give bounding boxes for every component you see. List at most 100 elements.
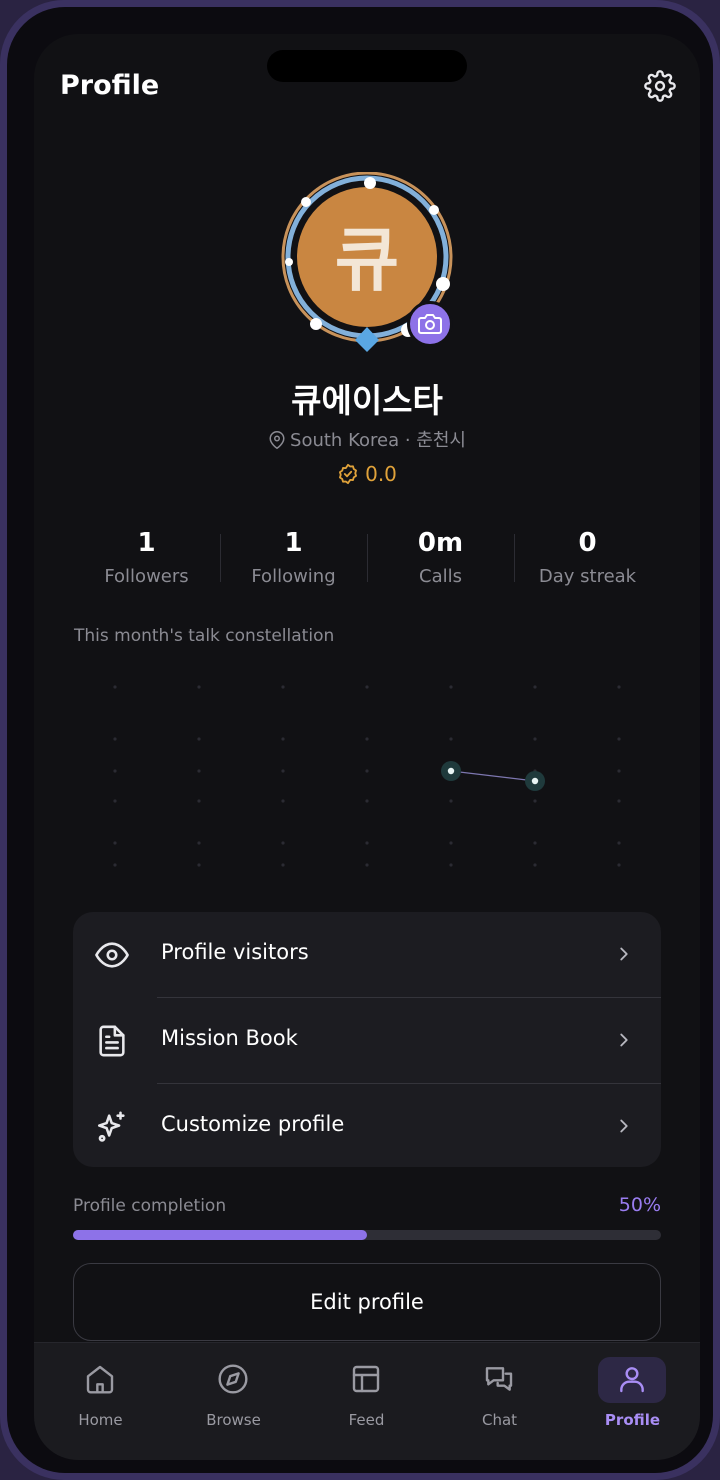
menu-item-label: Profile visitors — [161, 940, 309, 964]
constellation-dot — [281, 737, 285, 741]
constellation-dot — [197, 685, 201, 689]
stat-day-streak: 0 Day streak — [514, 524, 661, 594]
constellation-dot — [449, 799, 453, 803]
nav-label: Chat — [481, 1411, 518, 1429]
constellation-star — [531, 777, 539, 785]
constellation-dot — [365, 863, 369, 867]
menu-card: Profile visitors Mission Book Customize … — [73, 912, 661, 1167]
constellation-dot — [533, 737, 537, 741]
stat-label: Calls — [419, 566, 462, 587]
avatar[interactable]: 큐 — [278, 171, 458, 362]
stat-label: Day streak — [538, 566, 637, 587]
constellation-grid — [113, 685, 621, 867]
constellation-dot — [365, 737, 369, 741]
nav-label: Browse — [206, 1411, 261, 1429]
stat-following[interactable]: 1 Following — [220, 524, 367, 594]
avatar-initial: 큐 — [335, 219, 399, 301]
bottom-nav: Home Browse Feed Chat Profile — [34, 1342, 700, 1460]
dynamic-island — [267, 50, 467, 82]
page-title: Profile — [60, 70, 160, 101]
constellation-dot — [113, 863, 117, 867]
compass-icon — [218, 1364, 248, 1394]
constellation-dot — [197, 799, 201, 803]
sparkles-icon — [97, 1111, 125, 1142]
rating: 0.0 — [34, 462, 700, 486]
constellation-dot — [281, 841, 285, 845]
camera-icon — [418, 314, 442, 334]
chevron-right-icon — [620, 947, 628, 961]
constellation-dot — [617, 737, 621, 741]
constellation-dot — [113, 685, 117, 689]
stat-label: Followers — [104, 566, 189, 587]
edit-profile-button[interactable]: Edit profile — [73, 1263, 661, 1341]
constellation-dot — [449, 737, 453, 741]
constellation-dot — [449, 863, 453, 867]
menu-item-profile-visitors[interactable]: Profile visitors — [73, 912, 661, 997]
nav-label: Profile — [604, 1411, 661, 1429]
location-pin-icon — [269, 431, 285, 450]
constellation-dot — [281, 863, 285, 867]
nav-tab-chat[interactable]: Chat — [433, 1343, 566, 1443]
nav-tab-feed[interactable]: Feed — [300, 1343, 433, 1443]
nav-tab-profile[interactable]: Profile — [566, 1343, 699, 1443]
gear-icon[interactable] — [644, 70, 676, 102]
constellation-dot — [197, 737, 201, 741]
screen: Profile 큐 큐에이스타 South Korea · 춘천시 0.0 1 … — [34, 34, 700, 1460]
chevron-right-icon — [620, 1119, 628, 1133]
stat-calls: 0m Calls — [367, 524, 514, 594]
menu-item-mission-book[interactable]: Mission Book — [73, 998, 661, 1083]
home-icon — [86, 1365, 114, 1394]
constellation-dot — [449, 685, 453, 689]
stats-row: 1 Followers 1 Following 0m Calls 0 Day strea… — [73, 524, 661, 594]
constellation-dot — [617, 863, 621, 867]
constellation-dot — [533, 863, 537, 867]
stat-value: 1 — [137, 528, 156, 558]
layout-icon — [352, 1365, 380, 1393]
completion-value: 50% — [618, 1194, 661, 1216]
completion-label: Profile completion — [73, 1196, 227, 1216]
constellation-dot — [617, 685, 621, 689]
location-text: South Korea · 춘천시 — [290, 430, 466, 451]
constellation-dot — [617, 841, 621, 845]
menu-item-label: Mission Book — [161, 1026, 298, 1050]
constellation-dot — [365, 841, 369, 845]
stat-followers[interactable]: 1 Followers — [73, 524, 220, 594]
menu-item-customize-profile[interactable]: Customize profile — [73, 1084, 661, 1169]
constellation-dot — [197, 863, 201, 867]
chevron-right-icon — [620, 1033, 628, 1047]
constellation-link — [450, 770, 536, 782]
constellation-dot — [281, 769, 285, 773]
user-icon — [620, 1367, 644, 1393]
constellation-dot — [449, 841, 453, 845]
camera-button[interactable] — [407, 301, 453, 347]
constellation-dot — [113, 769, 117, 773]
nav-tab-home[interactable]: Home — [34, 1343, 167, 1443]
constellation-dot — [281, 685, 285, 689]
constellation-dot — [197, 769, 201, 773]
rating-value: 0.0 — [365, 462, 397, 486]
constellation-dot — [281, 799, 285, 803]
constellation-dot — [113, 799, 117, 803]
nav-label: Home — [78, 1411, 123, 1429]
constellation-dot — [365, 769, 369, 773]
constellation-dot — [533, 799, 537, 803]
nav-label: Feed — [348, 1411, 385, 1429]
constellation-dot — [617, 799, 621, 803]
constellation-dot — [113, 737, 117, 741]
stat-value: 0m — [417, 528, 464, 558]
menu-item-label: Customize profile — [161, 1112, 345, 1136]
device-bezel: Profile 큐 큐에이스타 South Korea · 춘천시 0.0 1 … — [7, 7, 713, 1473]
completion-progress-bar — [73, 1230, 661, 1240]
profile-location: South Korea · 춘천시 — [34, 426, 700, 452]
chat-icon — [485, 1367, 513, 1391]
constellation-dot — [365, 799, 369, 803]
constellation-star — [447, 767, 455, 775]
stat-label: Following — [251, 566, 336, 587]
stat-value: 1 — [284, 528, 303, 558]
nav-tab-browse[interactable]: Browse — [167, 1343, 300, 1443]
constellation-label: This month's talk constellation — [74, 626, 335, 646]
constellation-dot — [617, 769, 621, 773]
completion-progress-fill — [73, 1230, 367, 1240]
constellation-dot — [113, 841, 117, 845]
constellation-dot — [365, 685, 369, 689]
